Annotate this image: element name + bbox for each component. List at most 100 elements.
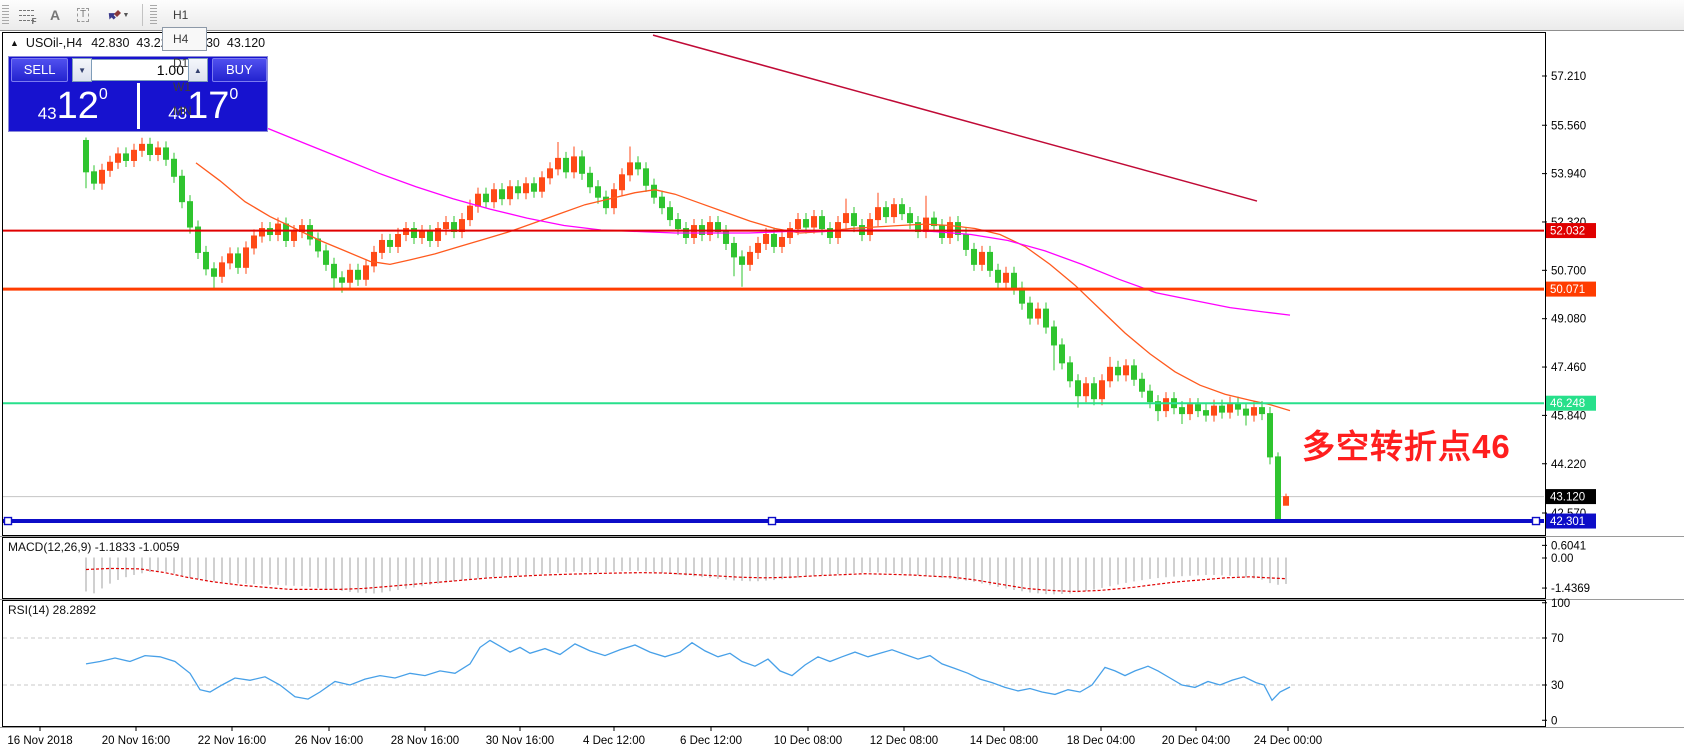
axis-label: 18 Dec 04:00 bbox=[1067, 735, 1135, 747]
timeframe-button-h4[interactable]: H4 bbox=[162, 27, 207, 51]
axis-label: 70 bbox=[1551, 633, 1564, 645]
candle-body bbox=[148, 144, 153, 154]
candle-body bbox=[396, 235, 401, 247]
candle-body bbox=[908, 214, 913, 223]
axis-label: 30 bbox=[1551, 680, 1564, 692]
chart-annotation-text[interactable]: 多空转折点46 bbox=[1302, 420, 1511, 468]
candle-body bbox=[660, 197, 665, 207]
sell-price-sup: 0 bbox=[99, 86, 108, 104]
axis-label: 14 Dec 08:00 bbox=[970, 735, 1038, 747]
text-label-icon[interactable]: A bbox=[42, 3, 68, 27]
axis-label: -1.4369 bbox=[1551, 583, 1590, 595]
candle-body bbox=[228, 254, 233, 263]
candle-body bbox=[1100, 381, 1105, 399]
timeframe-bar: M1M5M15M30H1H4D1W1MN bbox=[161, 0, 208, 123]
candle-body bbox=[1084, 384, 1089, 396]
candle-body bbox=[140, 144, 145, 150]
arrows-icon[interactable]: ▼ bbox=[98, 3, 136, 27]
candle-body bbox=[1252, 408, 1257, 415]
candle-body bbox=[1268, 414, 1273, 457]
candle-body bbox=[596, 187, 601, 197]
line-handle[interactable] bbox=[5, 518, 12, 525]
ma-slow-line bbox=[268, 129, 1290, 316]
axis-label: 24 Dec 00:00 bbox=[1254, 735, 1322, 747]
candle-body bbox=[108, 162, 113, 170]
sell-button[interactable]: SELL bbox=[11, 58, 68, 82]
sell-price-small: 43 bbox=[38, 104, 57, 124]
candle-body bbox=[580, 157, 585, 173]
pane-frames bbox=[0, 31, 1684, 752]
time-axis[interactable]: 16 Nov 201820 Nov 16:0022 Nov 16:0026 No… bbox=[7, 727, 1322, 747]
toolbar-drag-handle[interactable] bbox=[2, 5, 9, 25]
collapse-arrow-icon[interactable]: ▲ bbox=[10, 38, 19, 48]
candle-body bbox=[852, 214, 857, 226]
candle-body bbox=[1116, 367, 1121, 374]
axis-label: 100 bbox=[1551, 598, 1570, 610]
candle-body bbox=[636, 163, 641, 169]
candle-body bbox=[668, 208, 673, 220]
candle-body bbox=[444, 223, 449, 229]
candle-body bbox=[556, 158, 561, 168]
trendline[interactable] bbox=[653, 35, 1257, 201]
chevron-down-icon[interactable]: ▼ bbox=[123, 12, 130, 19]
macd-pane[interactable] bbox=[86, 558, 1286, 595]
arrows-glyph bbox=[105, 7, 121, 23]
candle-body bbox=[468, 206, 473, 219]
candle-body bbox=[204, 252, 209, 268]
candle-body bbox=[524, 184, 529, 193]
candle-body bbox=[236, 254, 241, 267]
candle-body bbox=[212, 269, 217, 276]
candle-body bbox=[572, 157, 577, 172]
candle-body bbox=[1140, 379, 1145, 391]
candle-body bbox=[332, 264, 337, 277]
ohlc-open: 42.830 bbox=[91, 36, 129, 50]
line-handle[interactable] bbox=[1533, 518, 1540, 525]
candles-layer bbox=[84, 137, 1289, 521]
rsi-pane[interactable] bbox=[3, 638, 1544, 700]
axis-label: 44.220 bbox=[1551, 459, 1586, 471]
candle-body bbox=[1132, 366, 1137, 379]
candle-body bbox=[988, 252, 993, 270]
symbol-header: ▲ USOil-,H4 42.830 43.220 42.830 43.120 bbox=[10, 36, 265, 50]
timeframe-button-w1[interactable]: W1 bbox=[162, 75, 207, 99]
fibonacci-icon[interactable]: F bbox=[14, 3, 40, 27]
axis-label: 0.6041 bbox=[1551, 540, 1586, 552]
candle-body bbox=[100, 170, 105, 183]
candle-body bbox=[540, 178, 545, 191]
text-box-icon[interactable]: T bbox=[70, 3, 96, 27]
timeframe-button-d1[interactable]: D1 bbox=[162, 51, 207, 75]
one-click-trade-panel: SELL ▼ ▲ BUY 43 12 0 43 17 0 bbox=[8, 56, 268, 132]
sell-price-big: 12 bbox=[57, 86, 99, 126]
axis-label: 16 Nov 2018 bbox=[7, 735, 72, 747]
axis-label: 4 Dec 12:00 bbox=[583, 735, 645, 747]
candle-body bbox=[1196, 405, 1201, 411]
candle-body bbox=[116, 154, 121, 162]
line-handle[interactable] bbox=[769, 518, 776, 525]
candle-body bbox=[132, 150, 137, 160]
axis-label: 47.460 bbox=[1551, 362, 1586, 374]
candle-body bbox=[780, 237, 785, 246]
timeframe-button-h1[interactable]: H1 bbox=[162, 3, 207, 27]
candle-body bbox=[1060, 345, 1065, 363]
axis-label: 10 Dec 08:00 bbox=[774, 735, 842, 747]
timeframe-button-mn[interactable]: MN bbox=[162, 99, 207, 123]
candle-body bbox=[508, 187, 513, 199]
fibonacci-icon-glyph: F bbox=[19, 7, 36, 23]
axis-label: 20 Dec 04:00 bbox=[1162, 735, 1230, 747]
candle-body bbox=[1180, 408, 1185, 414]
toolbar-separator bbox=[142, 4, 143, 26]
timeframe-drag-handle[interactable] bbox=[150, 5, 157, 25]
sell-price[interactable]: 43 12 0 bbox=[9, 83, 137, 129]
text-label-glyph: A bbox=[50, 7, 60, 23]
candle-body bbox=[1068, 363, 1073, 381]
candle-body bbox=[628, 163, 633, 175]
buy-button[interactable]: BUY bbox=[212, 58, 267, 82]
candle-body bbox=[92, 172, 97, 183]
axis-label: 30 Nov 16:00 bbox=[486, 735, 554, 747]
horizontal-lines[interactable] bbox=[3, 231, 1544, 525]
candle-body bbox=[1164, 399, 1169, 411]
candle-body bbox=[220, 263, 225, 276]
candle-body bbox=[1076, 381, 1081, 396]
volume-decrease-button[interactable]: ▼ bbox=[72, 58, 92, 82]
candle-body bbox=[172, 159, 177, 176]
